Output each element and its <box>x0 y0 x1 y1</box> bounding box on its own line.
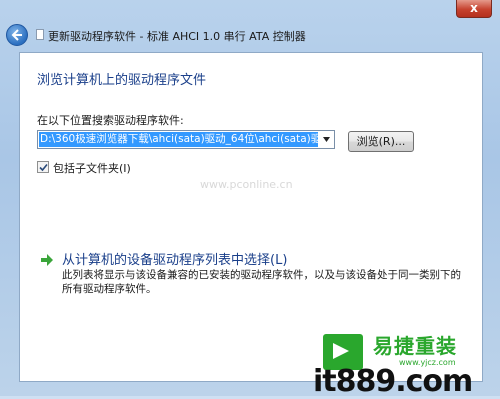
browse-button[interactable]: 浏览(R)... <box>348 131 414 152</box>
pick-from-list-title[interactable]: 从计算机的设备驱动程序列表中选择(L) <box>62 249 287 268</box>
checkmark-icon <box>39 163 48 172</box>
brand-site: it889.com <box>313 364 473 399</box>
arrow-logo-icon <box>333 343 349 359</box>
title-bar: 更新驱动程序软件 - 标准 AHCI 1.0 串行 ATA 控制器 x <box>0 0 500 46</box>
device-icon <box>36 29 44 40</box>
green-arrow-icon <box>41 254 53 266</box>
include-subfolders-checkbox[interactable] <box>37 161 49 173</box>
pick-from-list-description: 此列表将显示与该设备兼容的已安装的驱动程序软件，以及与该设备处于同一类别下的所有… <box>62 269 461 295</box>
dialog-window: 更新驱动程序软件 - 标准 AHCI 1.0 串行 ATA 控制器 x 浏览计算… <box>0 0 500 399</box>
driver-path-combobox[interactable]: D:\360极速浏览器下载\ahci(sata)驱动_64位\ahci(sata… <box>37 130 335 149</box>
close-icon: x <box>470 1 478 15</box>
watermark-text: www.pconline.cn <box>200 178 293 191</box>
dropdown-button[interactable] <box>319 131 334 148</box>
brand-name: 易捷重装 <box>373 334 457 358</box>
driver-path-value[interactable]: D:\360极速浏览器下载\ahci(sata)驱动_64位\ahci(sata… <box>39 132 318 147</box>
search-location-label: 在以下位置搜索驱动程序软件: <box>37 114 184 127</box>
brand-watermark: 易捷重装 www.yjcz.com it889.com <box>303 330 500 399</box>
back-arrow-icon <box>11 29 22 41</box>
back-button[interactable] <box>6 24 28 46</box>
include-subfolders-label[interactable]: 包括子文件夹(I) <box>53 160 131 176</box>
close-button[interactable]: x <box>456 0 492 18</box>
page-title: 浏览计算机上的驱动程序文件 <box>37 73 207 88</box>
chevron-down-icon <box>323 137 330 142</box>
window-title: 更新驱动程序软件 - 标准 AHCI 1.0 串行 ATA 控制器 <box>48 30 306 43</box>
